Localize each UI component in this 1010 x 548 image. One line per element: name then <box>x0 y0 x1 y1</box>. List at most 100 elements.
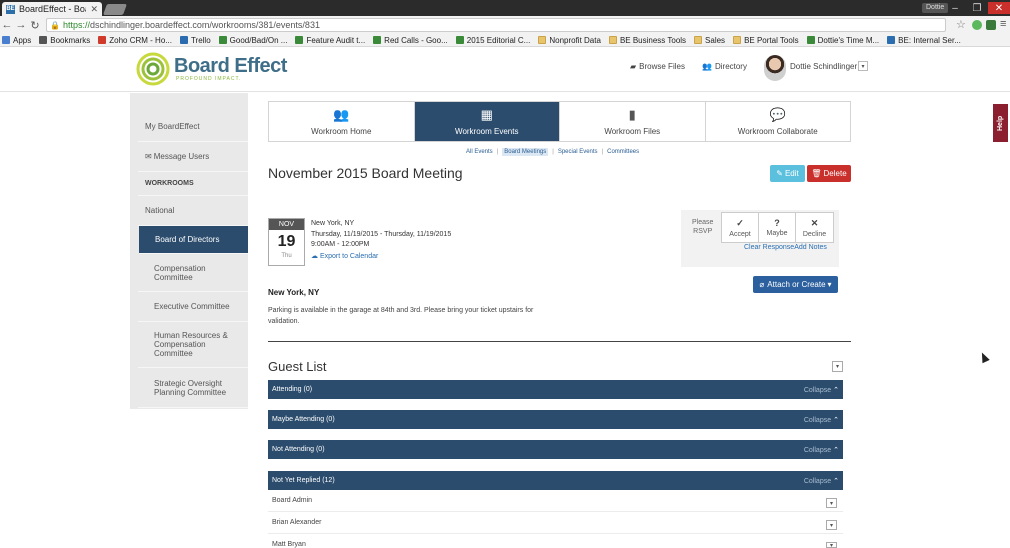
group-attending[interactable]: Attending (0) Collapse ⌃ <box>268 380 843 399</box>
bookmark-item[interactable]: Apps <box>2 36 31 45</box>
minimize-icon[interactable]: – <box>944 2 966 14</box>
forward-icon[interactable]: → <box>14 19 28 31</box>
add-notes-link[interactable]: Add Notes <box>794 244 827 251</box>
collapse-toggle[interactable]: Collapse ⌃ <box>804 477 839 485</box>
avatar[interactable] <box>764 55 786 81</box>
group-not-yet-replied[interactable]: Not Yet Replied (12) Collapse ⌃ <box>268 471 843 490</box>
maximize-icon[interactable]: ❐ <box>966 2 988 14</box>
row-menu-caret-icon[interactable]: ▾ <box>826 498 837 508</box>
bookmark-item[interactable]: Nonprofit Data <box>538 36 601 45</box>
browse-files-link[interactable]: ▰ Browse Files <box>630 62 685 71</box>
extension-icon[interactable] <box>972 20 982 30</box>
calendar-month: NOV <box>269 219 304 230</box>
mouse-cursor-icon <box>978 350 990 364</box>
attach-or-create-button[interactable]: ⌀ Attach or Create ▾ <box>753 276 838 293</box>
browse-files-label: Browse Files <box>639 62 685 71</box>
bookmark-item[interactable]: Zoho CRM - Ho... <box>98 36 172 45</box>
address-bar-row: ← → ↻ 🔒 https://dschindlinger.boardeffec… <box>0 16 1010 34</box>
bookmark-item[interactable]: Dottie's Time M... <box>806 36 879 45</box>
group-not-attending[interactable]: Not Attending (0) Collapse ⌃ <box>268 440 843 459</box>
folder-icon <box>694 36 703 44</box>
tab-workroom-collaborate[interactable]: 💬 Workroom Collaborate <box>706 102 851 141</box>
row-menu-caret-icon[interactable]: ▾ <box>826 542 837 548</box>
directory-link[interactable]: 👥 Directory <box>702 62 747 71</box>
boardeffect-logo[interactable]: Board Effect PROFOUND IMPACT. <box>136 52 287 86</box>
sidebar-item-message-users[interactable]: ✉ Message Users <box>138 142 248 172</box>
back-icon[interactable]: ← <box>0 19 14 31</box>
bookmark-item[interactable]: Sales <box>694 36 725 45</box>
event-date-badge: NOV 19 Thu <box>268 218 305 266</box>
sidebar-item-executive-committee[interactable]: Executive Committee <box>138 292 248 322</box>
chat-icon: 💬 <box>769 107 786 122</box>
event-dates: Thursday, 11/19/2015 - Thursday, 11/19/2… <box>311 231 452 238</box>
url-input[interactable]: 🔒 https://dschindlinger.boardeffect.com/… <box>46 18 946 32</box>
tab-workroom-events[interactable]: ▦ Workroom Events <box>414 102 560 141</box>
tab-workroom-home[interactable]: 👥 Workroom Home <box>269 102 415 141</box>
sidebar-item-label: Human Resources & Compensation Committee <box>154 331 228 358</box>
tab-label: Workroom Files <box>604 127 661 136</box>
collapse-toggle[interactable]: Collapse ⌃ <box>804 386 839 394</box>
filter-special-events[interactable]: Special Events <box>558 149 598 155</box>
bookmark-item[interactable]: 2015 Editorial C... <box>455 36 530 45</box>
zoho-icon <box>98 36 107 44</box>
event-filter-nav: All Events | Board Meetings | Special Ev… <box>466 148 639 156</box>
sidebar-item-national[interactable]: National <box>138 196 248 226</box>
bookmark-item[interactable]: Bookmarks <box>39 36 90 45</box>
delete-button[interactable]: 🗑 Delete <box>807 165 851 182</box>
new-tab-button[interactable] <box>102 4 128 15</box>
row-menu-caret-icon[interactable]: ▾ <box>826 520 837 530</box>
tab-label: Workroom Collaborate <box>737 127 818 136</box>
collapse-toggle[interactable]: Collapse ⌃ <box>804 446 839 454</box>
rsvp-label-line: RSVP <box>693 228 713 235</box>
export-calendar-link[interactable]: ☁ Export to Calendar <box>311 252 378 260</box>
filter-all-events[interactable]: All Events <box>466 149 493 155</box>
extension-icon[interactable] <box>986 20 996 30</box>
bookmark-item[interactable]: Good/Bad/On ... <box>218 36 287 45</box>
bookmark-item[interactable]: BE Business Tools <box>608 36 686 45</box>
accept-button[interactable]: ✓ Accept <box>722 213 759 242</box>
bookmark-item[interactable]: Feature Audit t... <box>295 36 365 45</box>
reload-icon[interactable]: ↻ <box>28 19 42 32</box>
sidebar-item-compensation-committee[interactable]: Compensation Committee <box>138 254 248 292</box>
help-tab[interactable]: Help <box>993 104 1008 142</box>
directory-label: Directory <box>714 62 747 71</box>
tab-close-icon[interactable]: ✕ <box>90 4 98 15</box>
sidebar-item-my-boardeffect[interactable]: My BoardEffect <box>138 112 248 142</box>
filter-board-meetings[interactable]: Board Meetings <box>502 148 549 156</box>
browser-menu-icon[interactable]: ≡ <box>1000 18 1006 30</box>
collapse-toggle[interactable]: Collapse ⌃ <box>804 416 839 424</box>
sidebar-item-strategic-oversight[interactable]: Strategic Oversight Planning Committee <box>138 368 248 408</box>
browser-tab[interactable]: BE BoardEffect - Boardi ✕ <box>2 2 102 16</box>
filter-committees[interactable]: Committees <box>607 149 639 155</box>
window-close-icon[interactable]: ✕ <box>988 2 1010 14</box>
clear-response-link[interactable]: Clear Response <box>744 244 794 251</box>
decline-button[interactable]: ✕ Decline <box>796 213 833 242</box>
bookmark-item[interactable]: Trello <box>179 36 211 45</box>
chevron-up-icon: ⌃ <box>833 477 839 485</box>
chevron-up-icon: ⌃ <box>833 386 839 394</box>
sidebar-item-hr-compensation-committee[interactable]: Human Resources & Compensation Committee <box>138 322 248 368</box>
sidebar-workrooms-heading: WORKROOMS <box>138 172 248 196</box>
group-maybe-attending[interactable]: Maybe Attending (0) Collapse ⌃ <box>268 410 843 429</box>
guest-list-toggle-icon[interactable]: ▾ <box>832 361 843 372</box>
separator: | <box>496 149 499 155</box>
bookmark-item[interactable]: BE: Internal Ser... <box>887 36 961 45</box>
sidebar-item-label: Compensation Committee <box>154 263 206 282</box>
bookmark-label: BE: Internal Ser... <box>898 35 961 45</box>
maybe-button[interactable]: ? Maybe <box>759 213 796 242</box>
lock-icon: 🔒 <box>50 20 60 30</box>
bookmark-star-icon[interactable]: ☆ <box>956 18 966 31</box>
user-name[interactable]: Dottie Schindlinger <box>790 62 857 71</box>
sidebar-item-board-of-directors[interactable]: Board of Directors <box>139 226 248 254</box>
bookmark-label: Apps <box>13 35 32 45</box>
calendar-icon: ▦ <box>480 107 493 122</box>
bookmark-label: Nonprofit Data <box>549 35 601 45</box>
rsvp-buttons: ✓ Accept ? Maybe ✕ Decline <box>721 212 834 243</box>
bookmark-item[interactable]: BE Portal Tools <box>733 36 799 45</box>
decline-label: Decline <box>802 230 827 238</box>
bookmark-item[interactable]: Red Calls - Goo... <box>373 36 448 45</box>
calendar-day: 19 <box>277 233 296 250</box>
tab-workroom-files[interactable]: ▮ Workroom Files <box>560 102 706 141</box>
user-menu-caret-icon[interactable]: ▾ <box>858 61 868 71</box>
edit-button[interactable]: ✎ Edit <box>770 165 805 182</box>
